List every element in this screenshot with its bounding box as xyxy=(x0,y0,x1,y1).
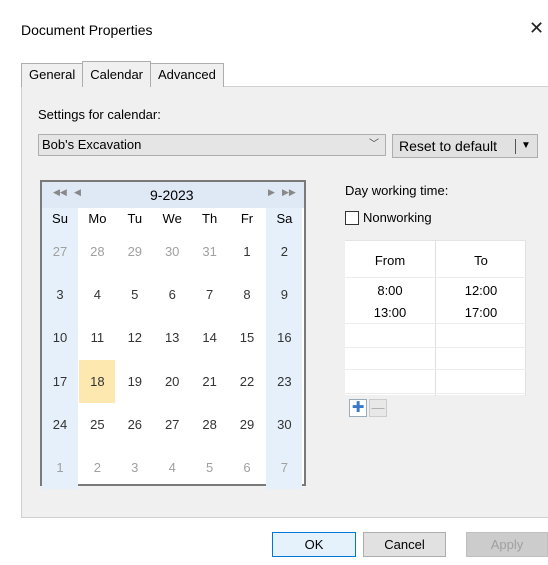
calendar-day[interactable]: 27 xyxy=(42,230,78,274)
calendar-day[interactable]: 30 xyxy=(266,402,303,446)
calendar-day[interactable]: 4 xyxy=(79,273,115,316)
calendar-select-value: Bob's Excavation xyxy=(42,137,142,152)
calendar-day[interactable]: 26 xyxy=(117,403,153,446)
calendar-day[interactable]: 17 xyxy=(42,359,78,403)
calendar-day[interactable]: 5 xyxy=(192,446,228,489)
weekday-header: Fr xyxy=(229,208,265,230)
tab-advanced[interactable]: Advanced xyxy=(150,63,224,87)
time-from-cell[interactable]: 13:00 xyxy=(345,305,435,320)
cancel-button[interactable]: Cancel xyxy=(363,532,446,557)
calendar-day[interactable]: 4 xyxy=(154,446,190,489)
row-divider xyxy=(345,347,526,348)
row-divider xyxy=(345,323,526,324)
calendar-day[interactable]: 14 xyxy=(192,316,228,359)
weekday-header: Sa xyxy=(266,208,303,230)
row-divider xyxy=(345,393,526,394)
calendar-day[interactable]: 3 xyxy=(42,273,78,317)
next-year-icon[interactable]: ▶▶ xyxy=(282,187,296,198)
reset-to-default-button[interactable]: Reset to default ▼ xyxy=(392,134,538,158)
calendar-day[interactable]: 7 xyxy=(192,273,228,316)
calendar-day[interactable]: 6 xyxy=(154,273,190,316)
calendar-day[interactable]: 1 xyxy=(42,446,78,490)
reset-button-label: Reset to default xyxy=(399,138,498,154)
dialog-title: Document Properties xyxy=(21,22,153,38)
calendar-day[interactable]: 1 xyxy=(229,230,265,273)
calendar-day[interactable]: 27 xyxy=(154,403,190,446)
calendar-day[interactable]: 23 xyxy=(266,359,303,403)
col-header-from: From xyxy=(374,253,406,268)
col-header-to: To xyxy=(474,253,488,268)
prev-month-icon[interactable]: ◀ xyxy=(74,187,81,198)
calendar-day[interactable]: 3 xyxy=(117,446,153,489)
calendar-header: ◀◀ ◀ 9-2023 ▶ ▶▶ xyxy=(42,182,304,208)
checkbox-box[interactable] xyxy=(345,210,359,225)
time-to-cell[interactable]: 17:00 xyxy=(436,305,526,320)
nonworking-label: Nonworking xyxy=(363,210,432,225)
calendar-day[interactable]: 5 xyxy=(117,273,153,316)
calendar-day[interactable]: 21 xyxy=(192,360,228,403)
tab-calendar[interactable]: Calendar xyxy=(82,61,152,87)
calendar-day[interactable]: 25 xyxy=(79,403,115,446)
tab-strip: General Calendar Advanced xyxy=(21,61,224,87)
nonworking-checkbox[interactable]: Nonworking xyxy=(345,210,432,225)
working-time-table[interactable]: From To 8:00 12:00 13:00 17:00 xyxy=(345,240,526,396)
settings-label: Settings for calendar: xyxy=(38,107,161,122)
calendar-day[interactable]: 30 xyxy=(154,230,190,273)
next-month-icon[interactable]: ▶ xyxy=(268,187,275,198)
day-working-time-label: Day working time: xyxy=(345,183,449,198)
calendar-day[interactable]: 18 xyxy=(79,359,116,403)
dropdown-arrow-icon[interactable]: ▼ xyxy=(521,135,531,157)
time-from-cell[interactable]: 8:00 xyxy=(345,283,435,298)
weekday-header: We xyxy=(154,208,191,230)
weekday-header: Th xyxy=(191,208,228,230)
chevron-down-icon: ﹀ xyxy=(369,139,379,150)
month-calendar[interactable]: ◀◀ ◀ 9-2023 ▶ ▶▶ Su Mo Tu We Th Fr Sa 27 28 29 30… xyxy=(40,180,306,490)
calendar-day[interactable]: 28 xyxy=(192,403,228,446)
calendar-day[interactable]: 8 xyxy=(229,273,265,316)
add-interval-button[interactable]: ✚ xyxy=(349,399,367,417)
tab-general[interactable]: General xyxy=(21,63,84,87)
calendar-day[interactable]: 11 xyxy=(79,316,115,359)
calendar-day[interactable]: 6 xyxy=(229,446,265,489)
ok-button[interactable]: OK xyxy=(272,532,356,557)
calendar-day[interactable]: 2 xyxy=(266,230,303,274)
weekday-header: Mo xyxy=(79,208,116,230)
close-icon[interactable]: ✕ xyxy=(529,18,544,39)
calendar-day[interactable]: 9 xyxy=(266,273,303,317)
calendar-day[interactable]: 24 xyxy=(42,402,78,446)
row-divider xyxy=(345,277,526,278)
weekday-header: Su xyxy=(42,208,78,230)
calendar-day[interactable]: 29 xyxy=(229,403,265,446)
prev-year-icon[interactable]: ◀◀ xyxy=(53,187,67,198)
calendar-day[interactable]: 7 xyxy=(266,446,303,490)
remove-interval-button[interactable]: — xyxy=(369,399,387,417)
calendar-day[interactable]: 22 xyxy=(229,360,265,403)
calendar-day[interactable]: 16 xyxy=(266,316,303,360)
calendar-day[interactable]: 28 xyxy=(79,230,115,273)
calendar-day[interactable]: 10 xyxy=(42,316,78,360)
calendar-day[interactable]: 31 xyxy=(192,230,228,273)
calendar-day[interactable]: 15 xyxy=(229,316,265,359)
split-divider xyxy=(515,139,516,154)
calendar-day[interactable]: 19 xyxy=(117,360,153,403)
calendar-day[interactable]: 2 xyxy=(79,446,115,489)
calendar-month-label: 9-2023 xyxy=(150,187,194,203)
weekday-header: Tu xyxy=(116,208,153,230)
calendar-day[interactable]: 20 xyxy=(154,360,190,403)
time-to-cell[interactable]: 12:00 xyxy=(436,283,526,298)
calendar-day[interactable]: 12 xyxy=(117,316,153,359)
apply-button[interactable]: Apply xyxy=(466,532,548,557)
calendar-select[interactable]: Bob's Excavation ﹀ xyxy=(38,134,386,156)
row-divider xyxy=(345,369,526,370)
calendar-day[interactable]: 29 xyxy=(117,230,153,273)
weekday-header-row: Su Mo Tu We Th Fr Sa xyxy=(42,208,304,230)
calendar-day[interactable]: 13 xyxy=(154,316,190,359)
